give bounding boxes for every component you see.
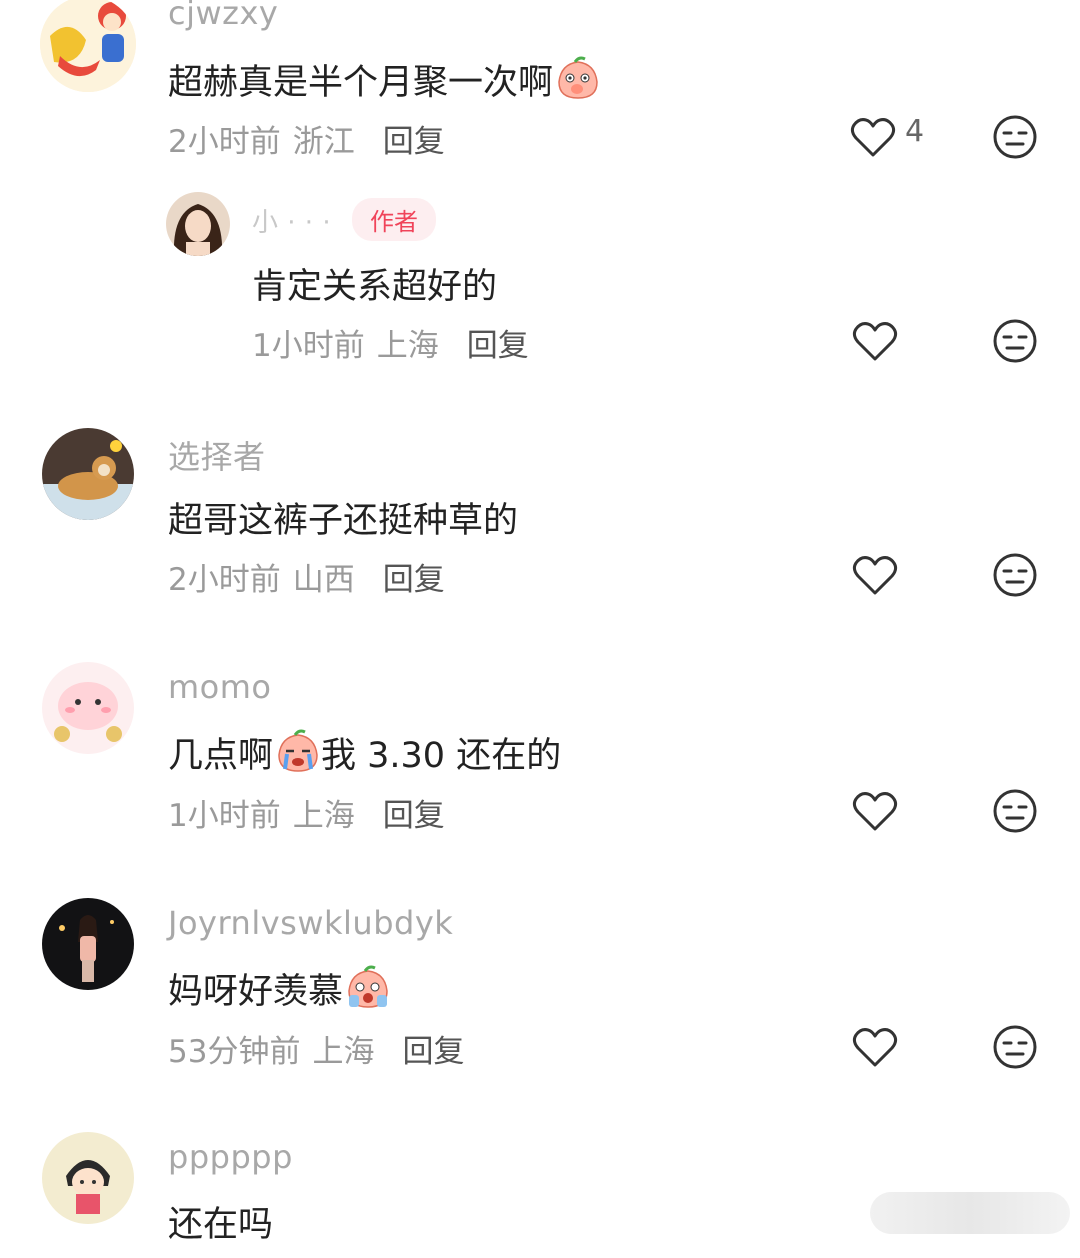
avatar[interactable] bbox=[166, 192, 230, 256]
avatar[interactable] bbox=[42, 1132, 134, 1224]
comment-location: 上海 bbox=[312, 1034, 375, 1070]
comment-location: 上海 bbox=[376, 328, 439, 364]
comment-location: 山西 bbox=[292, 562, 355, 598]
comment-meta: 2小时前 山西 回复 bbox=[168, 554, 445, 599]
comment-text-content: 还在吗 bbox=[168, 1204, 274, 1245]
heart-outline-icon bbox=[850, 118, 896, 157]
username[interactable]: 小 · · · bbox=[252, 202, 331, 239]
like-button[interactable] bbox=[852, 554, 898, 596]
comment-text: 几点啊 我 3.30 还在的 bbox=[168, 728, 561, 776]
avatar[interactable] bbox=[42, 898, 134, 990]
meh-face-icon bbox=[993, 319, 1037, 363]
comment-text: 超赫真是半个月聚一次啊 bbox=[168, 56, 601, 103]
comment-location: 上海 bbox=[292, 798, 355, 834]
author-tag: 作者 bbox=[352, 198, 436, 241]
comment-text: 还在吗 bbox=[168, 1198, 274, 1245]
reply-button[interactable]: 回复 bbox=[383, 790, 445, 835]
comment-location: 浙江 bbox=[292, 124, 355, 160]
reply-button[interactable]: 回复 bbox=[383, 554, 445, 599]
like-count: 4 bbox=[905, 114, 925, 149]
comment-time: 2小时前 bbox=[168, 562, 281, 598]
comment-meta: 1小时前 上海 回复 bbox=[252, 320, 529, 365]
reply-button[interactable]: 回复 bbox=[402, 1026, 464, 1071]
dislike-button[interactable] bbox=[992, 552, 1038, 598]
meh-face-icon bbox=[993, 115, 1037, 159]
avatar[interactable] bbox=[42, 662, 134, 754]
reply-button[interactable]: 回复 bbox=[383, 116, 445, 161]
username[interactable]: Joyrnlvswklubdyk bbox=[168, 904, 453, 942]
dislike-button[interactable] bbox=[992, 114, 1038, 160]
crying-peach-emoji-icon bbox=[275, 729, 321, 775]
comment-text-content: 肯定关系超好的 bbox=[252, 266, 498, 307]
comment-time: 53分钟前 bbox=[168, 1034, 301, 1070]
meh-face-icon bbox=[993, 553, 1037, 597]
avatar[interactable] bbox=[42, 428, 134, 520]
like-button[interactable] bbox=[852, 1026, 898, 1068]
dislike-button[interactable] bbox=[992, 788, 1038, 834]
comment-text-content: 妈呀好羡慕 bbox=[168, 971, 344, 1012]
username[interactable]: momo bbox=[168, 668, 272, 706]
comment-text: 肯定关系超好的 bbox=[252, 260, 498, 307]
username[interactable]: 选择者 bbox=[168, 432, 266, 478]
comment-text-after: 我 3.30 还在的 bbox=[321, 735, 562, 776]
comment-time: 2小时前 bbox=[168, 124, 281, 160]
comment-text: 妈呀好羡慕 bbox=[168, 964, 391, 1012]
avatar[interactable] bbox=[40, 0, 136, 92]
heart-outline-icon bbox=[852, 792, 898, 831]
heart-outline-icon bbox=[852, 322, 898, 361]
dislike-button[interactable] bbox=[992, 1024, 1038, 1070]
dislike-button[interactable] bbox=[992, 318, 1038, 364]
comment-text: 超哥这裤子还挺种草的 bbox=[168, 494, 519, 541]
blushing-peach-emoji-icon bbox=[555, 56, 601, 102]
blurred-watermark bbox=[870, 1192, 1070, 1234]
like-button[interactable] bbox=[852, 790, 898, 832]
meh-face-icon bbox=[993, 1025, 1037, 1069]
like-button[interactable] bbox=[850, 116, 896, 158]
shocked-peach-emoji-icon bbox=[345, 965, 391, 1011]
meh-face-icon bbox=[993, 789, 1037, 833]
like-button[interactable] bbox=[852, 320, 898, 362]
comment-time: 1小时前 bbox=[168, 798, 281, 834]
heart-outline-icon bbox=[852, 1028, 898, 1067]
comment-time: 1小时前 bbox=[252, 328, 365, 364]
comment-meta: 1小时前 上海 回复 bbox=[168, 790, 445, 835]
heart-outline-icon bbox=[852, 556, 898, 595]
username[interactable]: pppppp bbox=[168, 1138, 293, 1176]
comment-meta: 2小时前 浙江 回复 bbox=[168, 116, 445, 161]
comment-text-before: 几点啊 bbox=[168, 735, 274, 776]
username[interactable]: cjwzxy bbox=[168, 0, 278, 32]
comment-text-content: 超赫真是半个月聚一次啊 bbox=[168, 62, 554, 103]
reply-button[interactable]: 回复 bbox=[467, 320, 529, 365]
comment-text-content: 超哥这裤子还挺种草的 bbox=[168, 500, 519, 541]
comment-meta: 53分钟前 上海 回复 bbox=[168, 1026, 464, 1071]
